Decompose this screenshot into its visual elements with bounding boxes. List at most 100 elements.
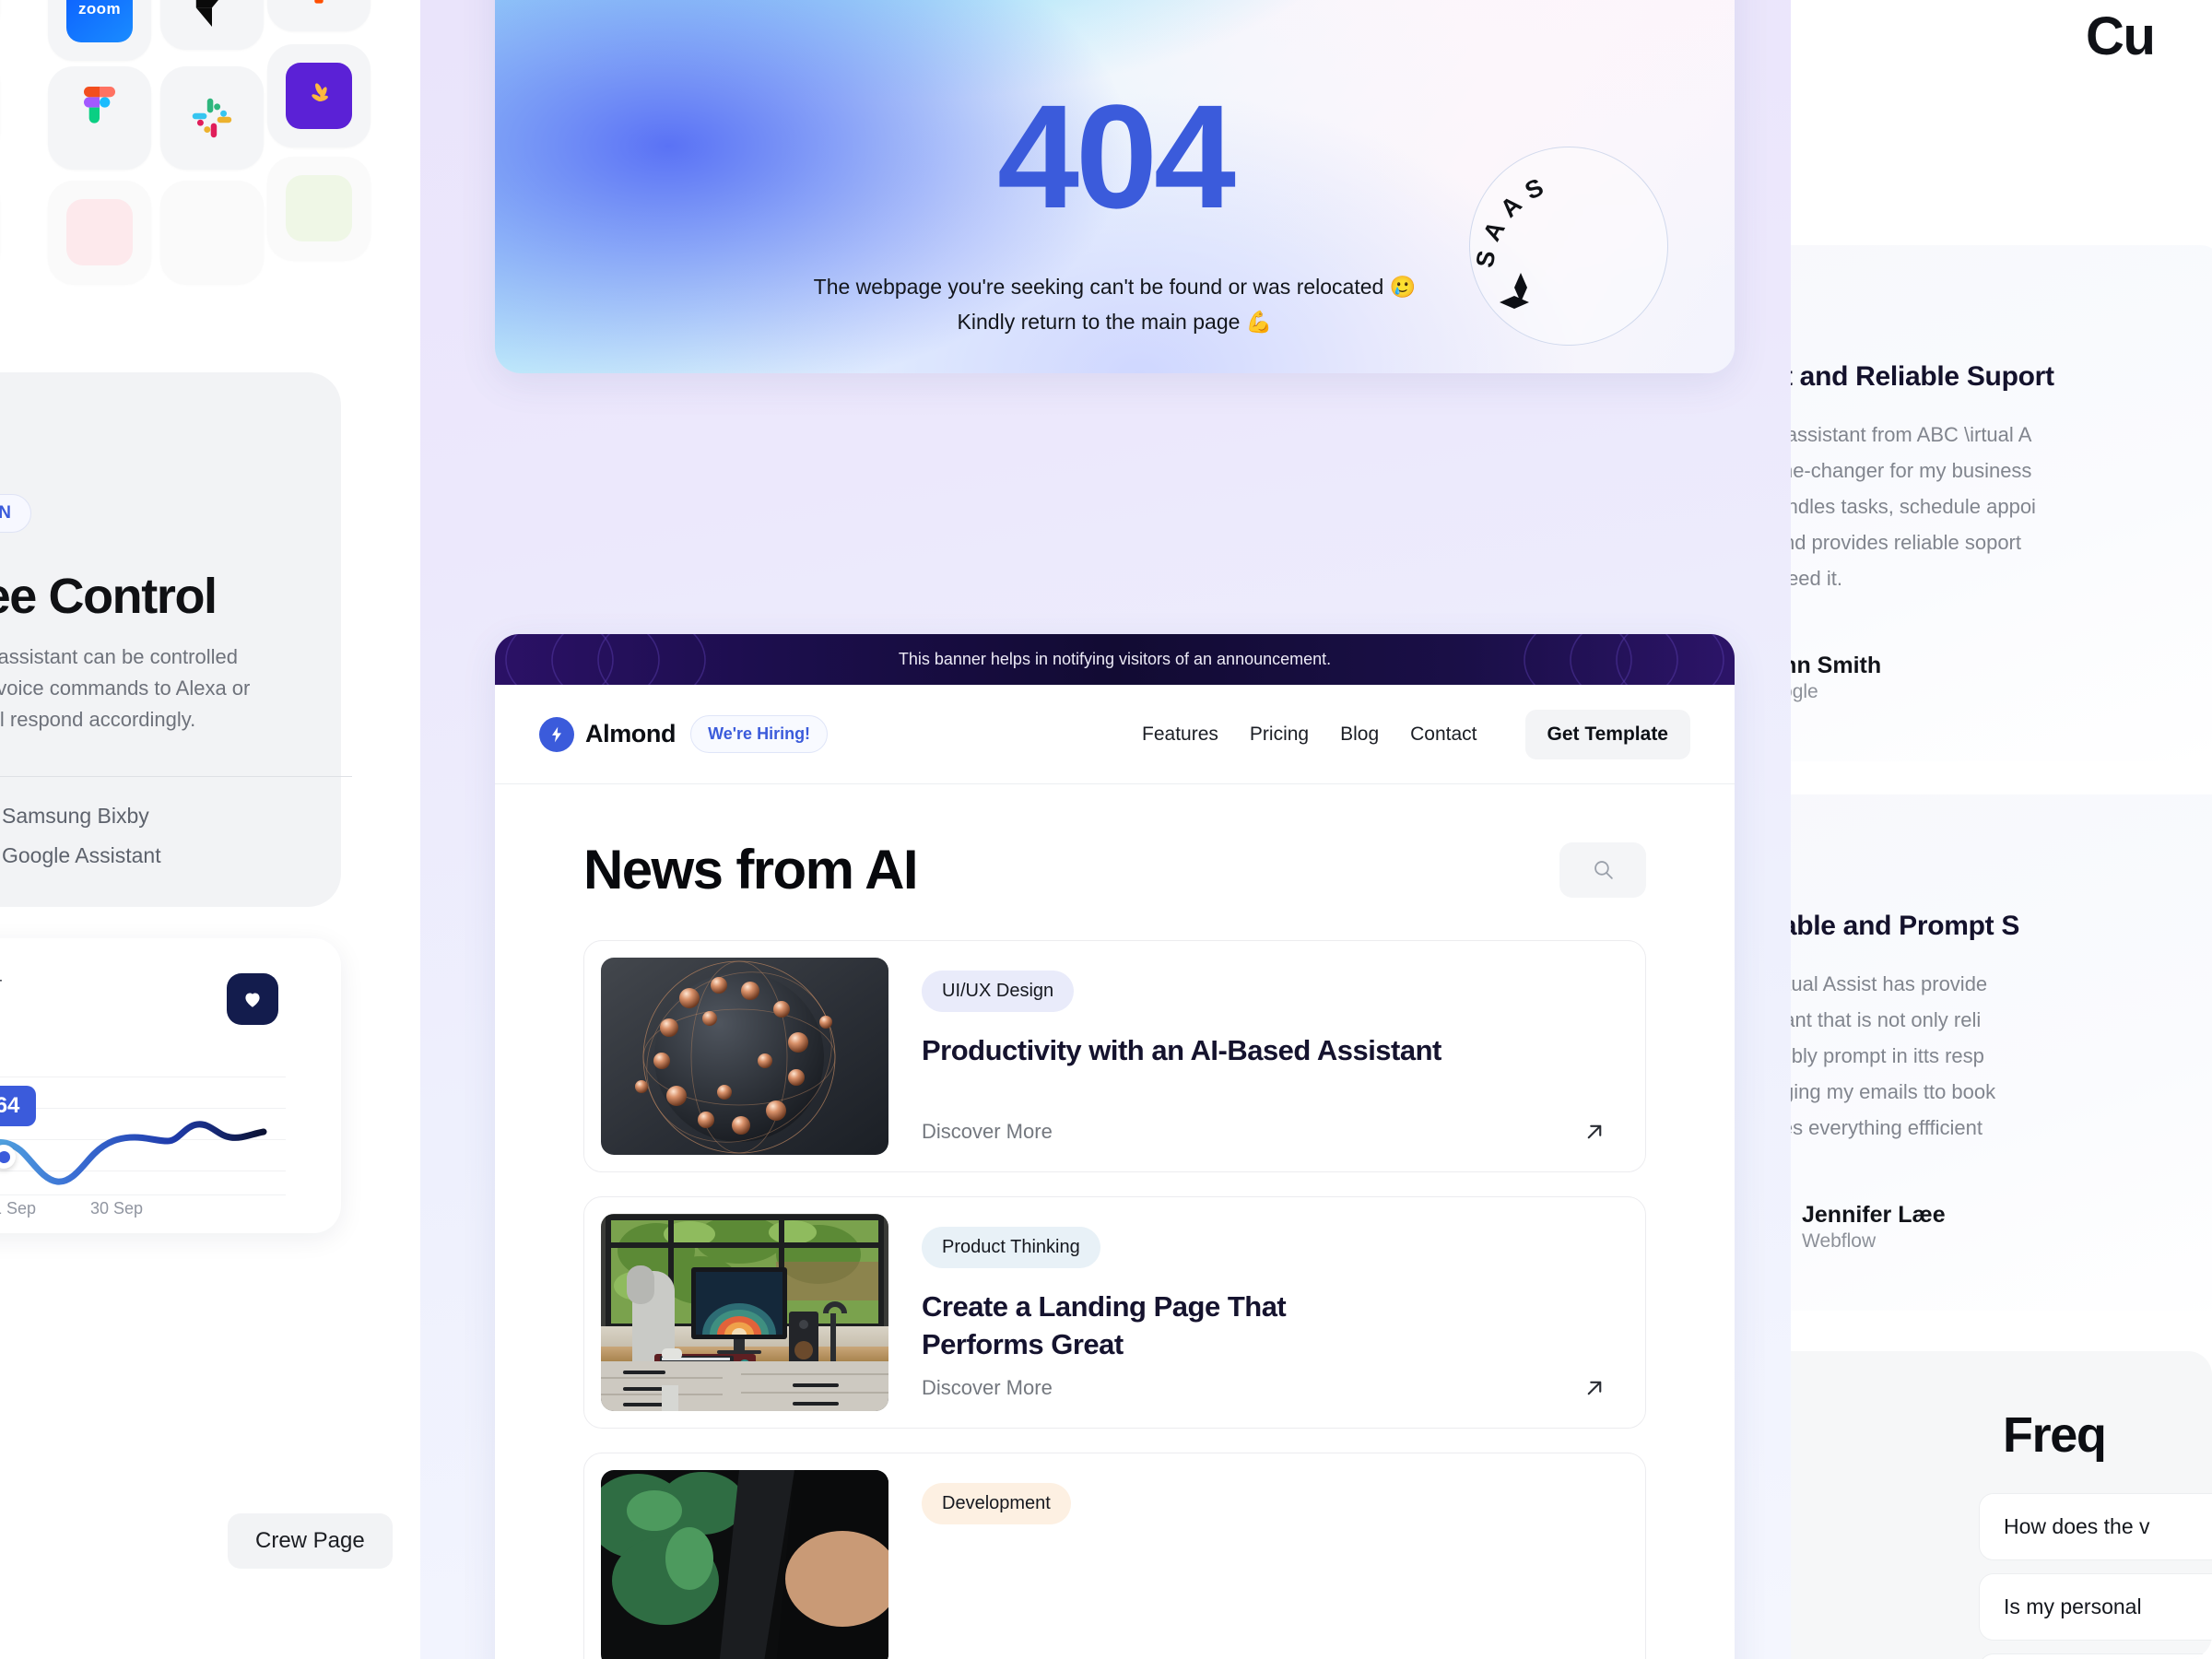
figma-icon: [84, 87, 115, 124]
hero-404-card: 404 The webpage you're seeking can't be …: [495, 0, 1735, 373]
post-tag[interactable]: Product Thinking: [922, 1227, 1100, 1268]
x-tick-label: 30 Sep: [90, 1199, 144, 1218]
slack-icon: [192, 98, 232, 138]
post-tag[interactable]: Development: [922, 1483, 1071, 1524]
faq-list: How does the v Is my personal Does the v…: [1979, 1493, 2212, 1659]
post-tag[interactable]: UI/UX Design: [922, 971, 1075, 1012]
x-tick-label: 21 Sep: [0, 1199, 37, 1218]
brand-name: Almond: [585, 720, 677, 747]
author-role: Webflow: [1802, 1230, 1877, 1252]
post-body: Product Thinking Create a Landing Page T…: [916, 1214, 1629, 1411]
testimonial-body: The virtual assistant from ABC \irtual A…: [1791, 423, 2036, 590]
chart-tooltip: $564: [0, 1086, 37, 1126]
post-card[interactable]: Product Thinking Create a Landing Page T…: [583, 1196, 1646, 1429]
app-tile-framer[interactable]: [160, 0, 264, 50]
free-control-description: ual assistant can be controlledive voice…: [0, 645, 251, 731]
app-tile-zoom[interactable]: zoom: [48, 0, 151, 61]
chart-line: [0, 1121, 267, 1185]
free-control-badge: ON: [0, 494, 31, 533]
nav-link-pricing[interactable]: Pricing: [1250, 724, 1309, 746]
announcement-text: This banner helps in notifying visitors …: [898, 650, 1332, 668]
budget-chart-card: GET 5: [0, 938, 341, 1233]
faq-item[interactable]: Does the virtua: [1979, 1653, 2212, 1659]
sparkle-icon: [1500, 273, 1529, 309]
testimonial-author: 👩 Jennifer Læe Webflow: [1791, 1200, 1946, 1253]
green-foliage-image: [601, 1470, 888, 1659]
free-control-divider: [0, 776, 352, 777]
list-item[interactable]: Google Assistant: [0, 843, 161, 868]
search-button[interactable]: [1559, 841, 1646, 898]
discover-more-label[interactable]: Discover More: [922, 1120, 1053, 1144]
screenshot-root: zoom N e Control assistant can be contro…: [0, 0, 2212, 1659]
blog-header: News from AI: [495, 784, 1735, 901]
testimonial-heading: Efficient and Reliable Suport: [1791, 361, 2054, 392]
arrow-up-right-icon[interactable]: [1581, 1374, 1608, 1402]
mailchimp-icon: [312, 83, 328, 101]
author-role: Google: [1791, 680, 1818, 702]
post-thumbnail: [601, 1470, 888, 1659]
heart-icon: [245, 993, 260, 1007]
post-body: UI/UX Design Productivity with an AI-Bas…: [916, 958, 1629, 1155]
error-message-line-1: The webpage you're seeking can't be foun…: [813, 275, 1417, 299]
chart-plot-area: [0, 1077, 341, 1195]
brand-logo[interactable]: Almond: [539, 716, 677, 752]
list-item[interactable]: Samsung Bixby: [0, 804, 161, 829]
crew-page-button[interactable]: Crew Page: [228, 1513, 393, 1569]
post-heading: Create a Landing Page That Performs Grea…: [922, 1290, 1287, 1360]
free-control-card: ON ree Control ual assistant can be cont…: [0, 372, 352, 907]
author-name: John Smith: [1791, 652, 1882, 678]
zoom-icon: zoom: [78, 0, 121, 18]
desk-setup-image: [601, 1214, 888, 1411]
post-footer: Discover More: [922, 1374, 1608, 1402]
faq-item[interactable]: Is my personal: [1979, 1573, 2212, 1641]
nav-links: Features Pricing Blog Contact Get Templa…: [1142, 709, 1690, 759]
left-panel: zoom N e Control assistant can be contro…: [0, 0, 420, 1659]
app-tile-mailchimp[interactable]: [267, 44, 371, 147]
saas-badge-text: SAAS: [1471, 169, 1557, 309]
testimonial-card: ” Efficient and Reliable Suport The virt…: [1791, 245, 2212, 761]
testimonials-title: Cu: [2086, 6, 2156, 66]
discover-more-label[interactable]: Discover More: [922, 1376, 1053, 1400]
app-tile-zapier[interactable]: [267, 0, 371, 31]
list-item-label: Google Assistant: [2, 843, 161, 867]
heart-button[interactable]: [227, 973, 278, 1025]
testimonial-body: JK Virtual Assist has provideassistant t…: [1791, 972, 1996, 1139]
post-card[interactable]: Development: [583, 1453, 1646, 1659]
post-footer: Discover More: [922, 1118, 1608, 1146]
post-card[interactable]: UI/UX Design Productivity with an AI-Bas…: [583, 940, 1646, 1172]
abstract-spheres-image: [601, 958, 888, 1155]
hiring-pill-button[interactable]: We're Hiring!: [690, 715, 829, 753]
list-item-label: Samsung Bixby: [2, 804, 149, 828]
error-message-line-2: Kindly return to the main page 💪: [957, 310, 1273, 334]
free-control-title: ree Control: [0, 569, 218, 624]
app-tile-slack[interactable]: [160, 66, 264, 170]
faq-section: Freq How does the v Is my personal Does …: [1791, 1351, 2212, 1659]
get-template-button[interactable]: Get Template: [1524, 709, 1690, 759]
nav-link-features[interactable]: Features: [1142, 724, 1218, 746]
bolt-icon: [539, 716, 574, 752]
free-control-list: Samsung Bixby Google Assistant: [0, 804, 161, 883]
post-thumbnail: [601, 1214, 888, 1411]
page-title: News from AI: [583, 839, 919, 900]
app-tile-placeholder-3[interactable]: [267, 157, 371, 260]
center-canvas: 404 The webpage you're seeking can't be …: [420, 0, 1791, 1659]
post-thumbnail: [601, 958, 888, 1155]
faq-item[interactable]: How does the v: [1979, 1493, 2212, 1560]
author-name: Jennifer Læe: [1802, 1201, 1946, 1228]
blog-template-card: This banner helps in notifying visitors …: [495, 634, 1735, 1659]
testimonial-heading: Reliable and Prompt S: [1791, 911, 2020, 941]
testimonial-card: ” Reliable and Prompt S JK Virtual Assis…: [1791, 794, 2212, 1311]
testimonial-author: 👴 John Smith Google: [1791, 651, 1881, 704]
blog-navbar: Almond We're Hiring! Features Pricing Bl…: [495, 685, 1735, 784]
post-list: UI/UX Design Productivity with an AI-Bas…: [495, 901, 1735, 1659]
chart-card-label: GET: [0, 977, 3, 998]
nav-link-blog[interactable]: Blog: [1340, 724, 1379, 746]
saas-badge: SAAS: [1469, 147, 1668, 346]
nav-link-contact[interactable]: Contact: [1410, 724, 1477, 746]
app-tile-figma[interactable]: [48, 66, 151, 170]
app-tile-placeholder-2[interactable]: [160, 181, 264, 284]
announcement-banner: This banner helps in notifying visitors …: [495, 634, 1735, 685]
svg-text:SAAS: SAAS: [1471, 169, 1557, 269]
app-tile-placeholder-1[interactable]: [48, 181, 151, 284]
arrow-up-right-icon[interactable]: [1581, 1118, 1608, 1146]
